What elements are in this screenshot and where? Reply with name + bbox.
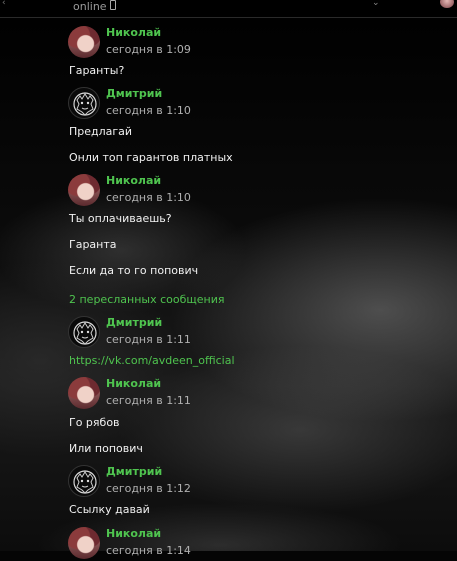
message-time: сегодня в 1:12 xyxy=(106,482,191,495)
message-time: сегодня в 1:10 xyxy=(106,104,191,117)
lion-logo-icon xyxy=(73,321,97,345)
message-link[interactable]: https://vk.com/avdeen_official xyxy=(69,354,235,367)
author-name[interactable]: Дмитрий xyxy=(106,316,162,329)
author-name[interactable]: Николай xyxy=(106,377,161,390)
lion-logo-icon xyxy=(73,470,97,494)
avatar[interactable] xyxy=(68,87,100,119)
author-name[interactable]: Дмитрий xyxy=(106,465,162,478)
avatar[interactable] xyxy=(68,316,100,348)
author-name[interactable]: Николай xyxy=(106,527,161,540)
forwarded-messages-link[interactable]: 2 пересланных сообщения xyxy=(69,293,224,306)
avatar[interactable] xyxy=(68,465,100,497)
author-name[interactable]: Николай xyxy=(106,174,161,187)
message-time: сегодня в 1:11 xyxy=(106,394,191,407)
message-text: Или попович xyxy=(69,442,143,455)
message-text: Гаранты? xyxy=(69,64,125,77)
message-text: Ссылку давай xyxy=(69,503,150,516)
avatar[interactable] xyxy=(68,174,100,206)
message-text: Предлагай xyxy=(69,125,133,138)
message-feed: Николай сегодня в 1:09 Гаранты? Дмитрий … xyxy=(0,0,457,559)
avatar[interactable] xyxy=(68,527,100,559)
author-name[interactable]: Дмитрий xyxy=(106,87,162,100)
message-time: сегодня в 1:09 xyxy=(106,43,191,56)
avatar[interactable] xyxy=(68,26,100,58)
message-text: Ты оплачиваешь? xyxy=(69,212,172,225)
lion-logo-icon xyxy=(73,92,97,116)
message-time: сегодня в 1:10 xyxy=(106,191,191,204)
message-text: Го рябов xyxy=(69,416,120,429)
message-text: Гаранта xyxy=(69,238,117,251)
avatar[interactable] xyxy=(68,377,100,409)
author-name[interactable]: Николай xyxy=(106,26,161,39)
message-text: Если да то го попович xyxy=(69,264,199,277)
message-time: сегодня в 1:11 xyxy=(106,333,191,346)
message-text: Онли топ гарантов платных xyxy=(69,151,233,164)
